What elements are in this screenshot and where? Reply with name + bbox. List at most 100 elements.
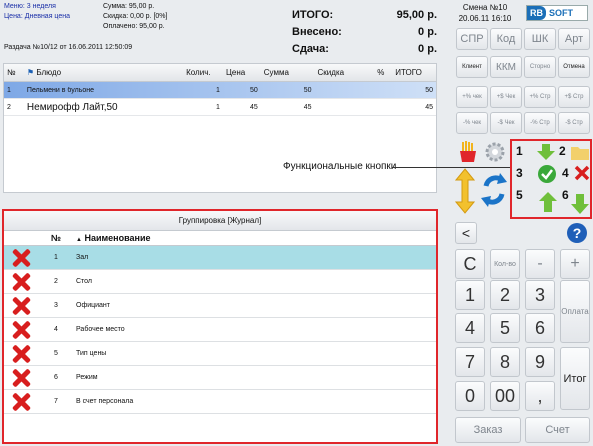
col-qty[interactable]: Колич. <box>183 68 223 77</box>
digit-6-button[interactable]: 6 <box>525 313 555 343</box>
delete-x-icon[interactable] <box>11 296 31 316</box>
digit-00-button[interactable]: 00 <box>490 381 520 411</box>
percent-check-plus-button[interactable]: +% чек <box>456 86 488 108</box>
fries-icon[interactable] <box>456 140 480 164</box>
arrow-up-green-icon[interactable] <box>538 191 558 213</box>
code-button[interactable]: Код <box>490 28 522 50</box>
journal-row[interactable]: 1 Зал <box>4 246 436 270</box>
sum-label: Сумма: 95,00 р. <box>103 3 155 10</box>
refresh-icon[interactable] <box>480 170 508 210</box>
journal-col-name[interactable]: ▲ Наименование <box>74 233 436 243</box>
fn-number-4: 4 <box>562 166 569 180</box>
col-sum[interactable]: Сумма <box>261 68 315 77</box>
digit-7-button[interactable]: 7 <box>455 347 485 377</box>
journal-header: № ▲ Наименование <box>4 231 436 246</box>
order-row[interactable]: 2 Немирофф Лайт,50 1 45 45 45 <box>4 99 436 116</box>
gear-icon[interactable] <box>483 140 507 164</box>
fn-number-3: 3 <box>516 166 523 180</box>
digit-4-button[interactable]: 4 <box>455 313 485 343</box>
percent-check-minus-button[interactable]: -% чек <box>456 112 488 134</box>
change-row: Сдача: 0 р. <box>292 43 437 55</box>
paid-label: Оплачено: 95,00 р. <box>103 23 165 30</box>
sum-line-plus-button[interactable]: +$ Стр <box>558 86 590 108</box>
minus-button[interactable]: - <box>525 249 555 279</box>
sum-line-minus-button[interactable]: -$ Стр <box>558 112 590 134</box>
order-table: № ⚑ Блюдо Колич. Цена Сумма Скидка % ИТО… <box>3 63 437 193</box>
digit-5-button[interactable]: 5 <box>490 313 520 343</box>
header-sums: Сумма: 95,00 р. Скидка: 0,00 р. [0%] Опл… <box>103 2 193 32</box>
rbsoft-logo: RB SOFT <box>526 5 588 21</box>
payment-button[interactable]: Оплата <box>560 280 590 343</box>
col-percent[interactable]: % <box>374 68 392 77</box>
order-button[interactable]: Заказ <box>455 417 521 443</box>
digit-1-button[interactable]: 1 <box>455 280 485 310</box>
col-total[interactable]: ИТОГО <box>392 68 436 77</box>
delete-x-icon[interactable] <box>11 392 31 412</box>
journal-col-no[interactable]: № <box>38 233 74 243</box>
journal-row[interactable]: 4 Рабочее место <box>4 318 436 342</box>
client-button[interactable]: Клиент <box>456 56 488 78</box>
help-icon[interactable]: ? <box>566 222 588 244</box>
journal-row[interactable]: 2 Стол <box>4 270 436 294</box>
delete-x-icon[interactable] <box>11 248 31 268</box>
fn-number-1: 1 <box>516 144 523 158</box>
journal-title: Группировка [Журнал] <box>4 211 436 231</box>
fn-number-2: 2 <box>559 144 566 158</box>
change-label: Сдача: <box>292 43 329 55</box>
percent-line-plus-button[interactable]: +% Стр <box>524 86 556 108</box>
col-price[interactable]: Цена <box>223 68 261 77</box>
back-button[interactable]: < <box>455 222 477 244</box>
percent-line-minus-button[interactable]: -% Стр <box>524 112 556 134</box>
cancel-button[interactable]: Отмена <box>558 56 590 78</box>
total-button[interactable]: Итог <box>560 347 590 410</box>
comma-button[interactable]: , <box>525 381 555 411</box>
datetime-label: 20.06.11 16:10 <box>458 14 512 23</box>
storno-button[interactable]: Сторно <box>524 56 556 78</box>
digit-9-button[interactable]: 9 <box>525 347 555 377</box>
digit-0-button[interactable]: 0 <box>455 381 485 411</box>
sum-check-plus-button[interactable]: +$ Чек <box>490 86 522 108</box>
function-buttons-callout: Функциональные кнопки <box>283 161 397 172</box>
arrow-down-green-icon[interactable] <box>536 143 556 161</box>
journal-row[interactable]: 5 Тип цены <box>4 342 436 366</box>
journal-row[interactable]: 7 В счет персонала <box>4 390 436 414</box>
total-value: 95,00 р. <box>396 9 437 21</box>
price-label: Цена: Дневная цена <box>4 13 71 20</box>
plus-button[interactable]: + <box>560 249 590 279</box>
function-buttons-box: 1 2 3 4 5 6 <box>510 139 592 219</box>
flag-icon: ⚑ <box>26 68 35 77</box>
barcode-button[interactable]: ШК <box>524 28 556 50</box>
clear-button[interactable]: С <box>455 249 485 279</box>
order-row[interactable]: 1 Пельмени в бульоне 1 50 50 50 <box>4 82 436 99</box>
svg-text:?: ? <box>573 225 582 241</box>
delete-x-icon[interactable] <box>11 272 31 292</box>
delete-x-icon[interactable] <box>11 344 31 364</box>
col-no[interactable]: № <box>4 68 24 77</box>
spr-button[interactable]: СПР <box>456 28 488 50</box>
sum-check-minus-button[interactable]: -$ Чек <box>490 112 522 134</box>
bill-button[interactable]: Счет <box>525 417 590 443</box>
col-discount[interactable]: Скидка <box>315 68 375 77</box>
col-dish[interactable]: ⚑ Блюдо <box>24 68 183 77</box>
fn-number-6: 6 <box>562 188 569 202</box>
up-down-arrows-icon[interactable] <box>455 167 475 215</box>
digit-3-button[interactable]: 3 <box>525 280 555 310</box>
journal-row[interactable]: 3 Официант <box>4 294 436 318</box>
grouping-journal: Группировка [Журнал] № ▲ Наименование 1 … <box>2 209 438 444</box>
article-button[interactable]: Арт <box>558 28 590 50</box>
delete-x-icon[interactable] <box>574 165 590 181</box>
delete-x-icon[interactable] <box>11 368 31 388</box>
quantity-button[interactable]: Кол-во <box>490 249 520 279</box>
digit-8-button[interactable]: 8 <box>490 347 520 377</box>
deposited-label: Внесено: <box>292 26 342 38</box>
total-label: ИТОГО: <box>292 9 334 21</box>
check-icon[interactable] <box>536 163 558 185</box>
deposited-row: Внесено: 0 р. <box>292 26 437 38</box>
journal-row[interactable]: 6 Режим <box>4 366 436 390</box>
folder-icon[interactable] <box>570 143 590 161</box>
kkm-button[interactable]: ККМ <box>490 56 522 78</box>
order-info: Раздача №10/12 от 16.06.2011 12:50:09 <box>4 44 133 51</box>
digit-2-button[interactable]: 2 <box>490 280 520 310</box>
arrow-down-green-icon[interactable] <box>570 193 590 215</box>
delete-x-icon[interactable] <box>11 320 31 340</box>
